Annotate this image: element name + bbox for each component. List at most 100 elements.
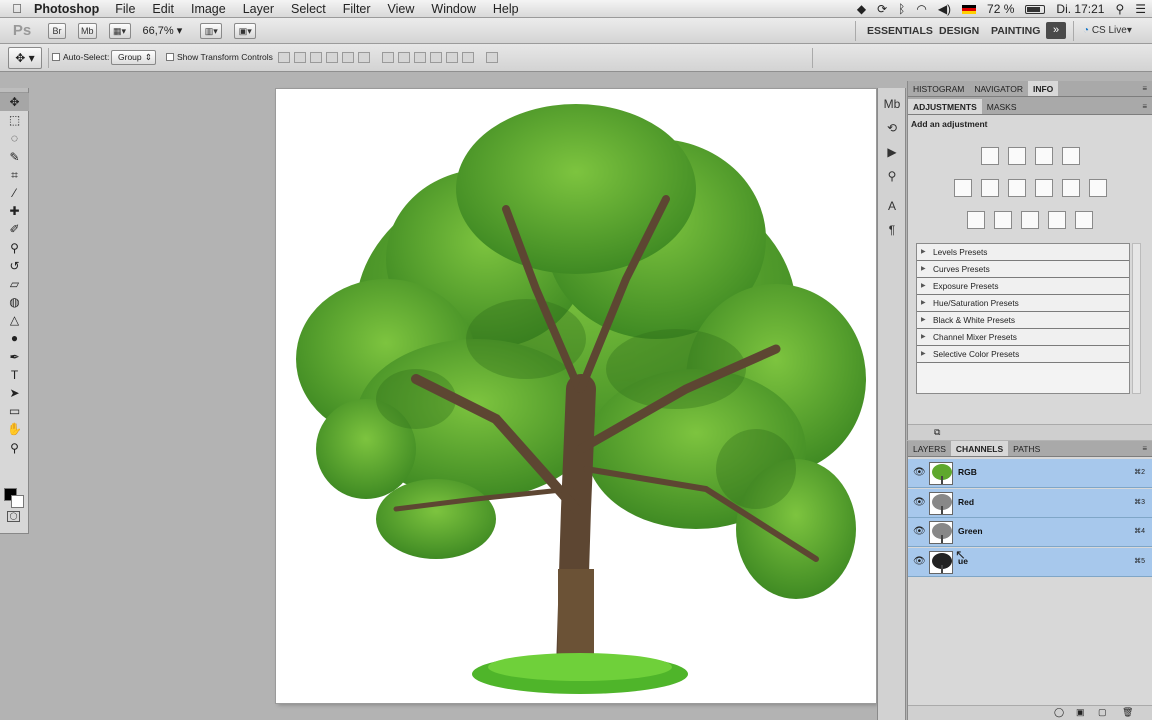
path-select-tool-icon[interactable]: ➤ (0, 384, 29, 402)
lasso-tool-icon[interactable]: ◌ (0, 129, 29, 147)
workspace-essentials[interactable]: ESSENTIALS (867, 18, 933, 44)
clone-source-dock-icon[interactable]: ⚲ (878, 164, 906, 188)
preset-item[interactable]: Hue/Saturation Presets (917, 295, 1129, 312)
distribute-top-icon[interactable] (382, 52, 394, 63)
preset-item[interactable]: Curves Presets (917, 261, 1129, 278)
channel-row-rgb[interactable]: 👁 RGB ⌘2 (908, 459, 1152, 488)
color-balance-icon[interactable] (1007, 179, 1026, 197)
battery-icon[interactable] (1025, 4, 1046, 14)
distribute-right-icon[interactable] (462, 52, 474, 63)
channel-row-green[interactable]: 👁 Green ⌘4 (908, 518, 1152, 547)
new-channel-icon[interactable]: ▢ (1098, 707, 1107, 718)
quick-mask-icon[interactable]: ◯ (7, 511, 20, 522)
tab-histogram[interactable]: HISTOGRAM (908, 81, 969, 96)
timemachine-icon[interactable]: ⟳ (877, 2, 887, 16)
visibility-eye-icon[interactable]: 👁 (913, 527, 926, 537)
menu-layer[interactable]: Layer (243, 2, 274, 16)
visibility-eye-icon[interactable]: 👁 (913, 468, 926, 478)
hue-saturation-icon[interactable] (980, 179, 999, 197)
preset-item[interactable]: Black & White Presets (917, 312, 1129, 329)
hand-tool-icon[interactable]: ✋ (0, 420, 29, 438)
notification-icon[interactable]: ☰ (1135, 2, 1146, 16)
panel-menu-icon[interactable]: ≡ (1142, 441, 1147, 457)
preset-item[interactable]: Selective Color Presets (917, 346, 1129, 363)
auto-select-dropdown[interactable]: Group ⇕ (111, 50, 156, 65)
panel-menu-icon[interactable]: ≡ (1142, 81, 1147, 97)
zoom-level[interactable]: 66,7% ▾ (143, 24, 183, 37)
tab-paths[interactable]: PATHS (1008, 441, 1045, 456)
type-tool-icon[interactable]: T (0, 366, 29, 384)
tab-layers[interactable]: LAYERS (908, 441, 951, 456)
apple-menu-icon[interactable]:  (0, 1, 34, 16)
document-canvas[interactable] (276, 89, 876, 703)
distribute-vcenter-icon[interactable] (398, 52, 410, 63)
save-selection-icon[interactable]: ▣ (1076, 707, 1085, 718)
tab-masks[interactable]: MASKS (982, 99, 1022, 114)
black-white-icon[interactable] (1034, 179, 1053, 197)
gradient-map-icon[interactable] (1048, 211, 1066, 229)
delete-channel-icon[interactable]: 🗑 (1122, 707, 1133, 718)
visibility-eye-icon[interactable]: 👁 (913, 556, 926, 567)
quick-select-tool-icon[interactable]: ✎ (0, 148, 29, 166)
menu-window[interactable]: Window (431, 2, 475, 16)
posterize-icon[interactable] (994, 211, 1012, 229)
align-hcenter-icon[interactable] (342, 52, 354, 63)
menu-view[interactable]: View (388, 2, 415, 16)
clock[interactable]: Di. 17:21 (1056, 2, 1104, 16)
character-dock-icon[interactable]: A (878, 194, 906, 218)
more-workspaces-button[interactable]: » (1046, 22, 1066, 39)
preset-item[interactable]: Levels Presets (917, 244, 1129, 261)
panel-menu-icon[interactable]: ≡ (1142, 99, 1147, 115)
bridge-button[interactable]: Br (48, 22, 66, 39)
distribute-bottom-icon[interactable] (414, 52, 426, 63)
healing-brush-tool-icon[interactable]: ✚ (0, 202, 29, 220)
zoom-tool-icon[interactable]: ⚲ (0, 439, 29, 457)
workspace-painting[interactable]: PAINTING (991, 18, 1040, 44)
shape-tool-icon[interactable]: ▭ (0, 402, 29, 420)
input-flag-icon[interactable] (962, 4, 977, 14)
tab-channels[interactable]: CHANNELS (950, 441, 1009, 456)
align-bottom-icon[interactable] (310, 52, 322, 63)
align-right-icon[interactable] (358, 52, 370, 63)
paragraph-dock-icon[interactable]: ¶ (878, 218, 906, 242)
minibridge-dock-icon[interactable]: Mb (878, 92, 906, 116)
tab-info[interactable]: INFO (1027, 81, 1059, 96)
auto-select-checkbox[interactable]: Auto-Select: (52, 52, 109, 62)
menu-image[interactable]: Image (191, 2, 226, 16)
eraser-tool-icon[interactable]: ▱ (0, 275, 29, 293)
pen-tool-icon[interactable]: ✒ (0, 348, 29, 366)
vibrance-icon[interactable] (953, 179, 972, 197)
marquee-tool-icon[interactable]: ⬚ (0, 111, 29, 129)
threshold-icon[interactable] (1021, 211, 1039, 229)
load-selection-icon[interactable]: ◯ (1054, 707, 1064, 718)
blur-tool-icon[interactable]: △ (0, 311, 29, 329)
exposure-icon[interactable] (1061, 147, 1080, 165)
clone-stamp-tool-icon[interactable]: ⚲ (0, 239, 29, 257)
align-left-icon[interactable] (326, 52, 338, 63)
auto-align-icon[interactable] (486, 52, 498, 63)
distribute-left-icon[interactable] (430, 52, 442, 63)
eyedropper-tool-icon[interactable]: ⁄ (0, 184, 29, 202)
tab-adjustments[interactable]: ADJUSTMENTS (908, 99, 982, 114)
bluetooth-icon[interactable]: ᛒ (898, 2, 905, 16)
move-tool-icon[interactable]: ✥ (0, 93, 29, 112)
screen-mode-button[interactable]: ▣▾ (234, 22, 257, 39)
channel-mixer-icon[interactable] (1088, 179, 1107, 197)
visibility-eye-icon[interactable]: 👁 (913, 497, 926, 508)
dodge-tool-icon[interactable]: ● (0, 329, 29, 347)
menu-file[interactable]: File (115, 2, 135, 16)
app-menu[interactable]: Photoshop (34, 2, 99, 16)
channel-row-blue[interactable]: 👁 ue ⌘5 (908, 547, 1152, 577)
battery-percent[interactable]: 72 % (987, 2, 1014, 16)
channel-row-red[interactable]: 👁 Red ⌘3 (908, 488, 1152, 518)
wifi-icon[interactable]: ◠ (916, 2, 926, 16)
show-transform-controls-checkbox[interactable]: Show Transform Controls (166, 52, 273, 62)
brightness-contrast-icon[interactable] (980, 147, 999, 165)
tool-preset-picker[interactable]: ✥ ▾ (8, 47, 42, 69)
history-dock-icon[interactable]: ⟲ (878, 116, 906, 140)
spotlight-icon[interactable]: ⚲ (1115, 2, 1124, 16)
menu-help[interactable]: Help (493, 2, 519, 16)
tab-navigator[interactable]: NAVIGATOR (969, 81, 1028, 96)
photo-filter-icon[interactable] (1061, 179, 1080, 197)
presets-scrollbar[interactable] (1132, 243, 1141, 394)
